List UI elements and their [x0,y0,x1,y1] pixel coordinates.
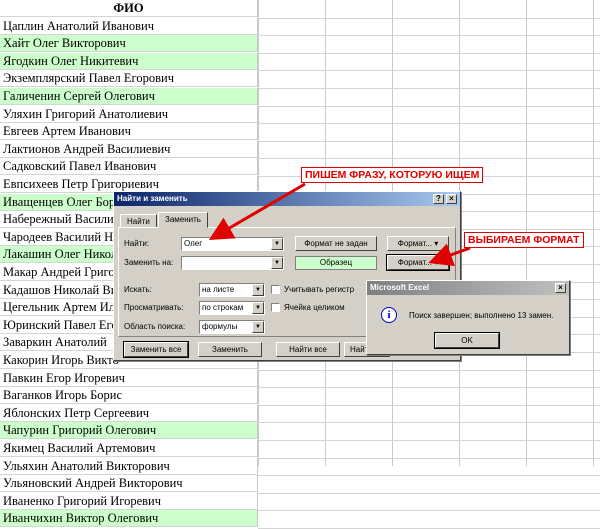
table-row[interactable]: Ульяновский Андрей Викторович [0,475,258,493]
table-row[interactable]: Иванчихин Виктор Олегович [0,510,258,528]
annotation-arrows [208,182,471,267]
arrow-to-format-button [428,243,471,267]
arrow-to-find-input [208,182,306,241]
table-row[interactable]: Иваненко Григорий Игоревич [0,492,258,510]
tab-replace[interactable]: Заменить [158,212,208,228]
grid-line [258,475,600,477]
grid-line [258,492,600,494]
grid-line [258,510,600,512]
